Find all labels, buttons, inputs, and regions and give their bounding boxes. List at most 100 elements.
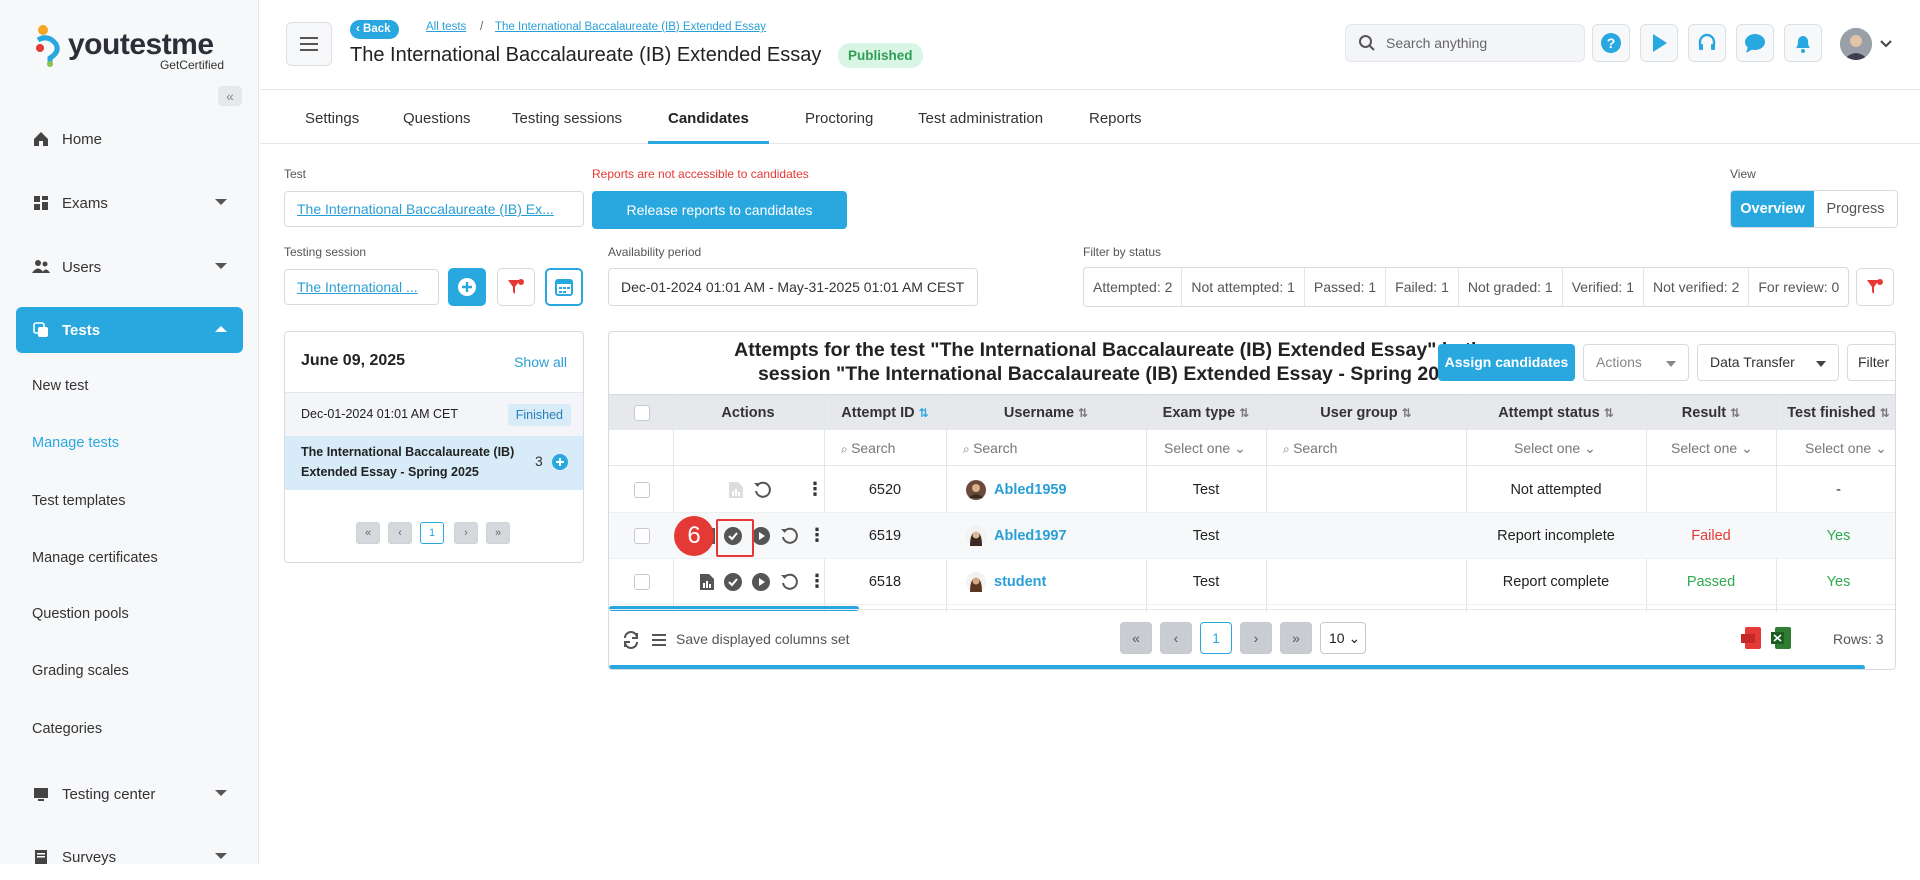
view-overview-button[interactable]: Overview xyxy=(1731,191,1814,227)
menu-toggle-button[interactable] xyxy=(286,22,332,66)
sidebar-subitem-question-pools[interactable]: Question pools xyxy=(32,606,129,622)
back-button[interactable]: ‹ Back xyxy=(350,20,399,39)
global-search-input[interactable]: Search anything xyxy=(1345,24,1585,62)
reset-icon[interactable] xyxy=(753,480,773,500)
tab-test-administration[interactable]: Test administration xyxy=(898,91,1063,144)
column-attempt-id[interactable]: Attempt ID ⇅ xyxy=(824,395,946,431)
select-all-checkbox[interactable] xyxy=(634,405,650,421)
support-button[interactable] xyxy=(1688,24,1726,62)
status-chip-verified[interactable]: Verified: 1 xyxy=(1563,268,1644,306)
prev-page-button[interactable]: ‹ xyxy=(1160,622,1192,654)
session-time-row[interactable]: Dec-01-2024 01:01 AM CET Finished xyxy=(285,392,583,436)
user-group-search[interactable]: ⌕ Search xyxy=(1283,430,1337,466)
assign-candidates-button[interactable]: Assign candidates xyxy=(1438,344,1575,381)
username-link[interactable]: student xyxy=(994,574,1046,590)
pdf-export-icon[interactable] xyxy=(1741,626,1765,650)
row-checkbox[interactable] xyxy=(634,482,650,498)
excel-export-icon[interactable] xyxy=(1771,626,1795,650)
attempt-status-select[interactable]: Select one ⌄ xyxy=(1514,430,1596,466)
row-checkbox[interactable] xyxy=(634,528,650,544)
row-checkbox[interactable] xyxy=(634,574,650,590)
play-button[interactable] xyxy=(1640,24,1678,62)
next-page-button[interactable]: › xyxy=(1240,622,1272,654)
collapse-sidebar-button[interactable]: « xyxy=(218,86,242,106)
sidebar-subitem-manage-tests[interactable]: Manage tests xyxy=(32,435,119,451)
breadcrumb-all-tests[interactable]: All tests xyxy=(426,21,466,33)
save-columns-button[interactable]: Save displayed columns set xyxy=(676,631,850,647)
status-chip-passed[interactable]: Passed: 1 xyxy=(1305,268,1387,306)
play-circle-icon[interactable] xyxy=(752,573,770,591)
last-page-button[interactable]: » xyxy=(486,522,510,544)
filter-button[interactable]: Filter xyxy=(1847,344,1895,381)
status-chip-not-verified[interactable]: Not verified: 2 xyxy=(1644,268,1750,306)
breadcrumb-current-test[interactable]: The International Baccalaureate (IB) Ext… xyxy=(495,21,766,33)
sidebar-subitem-manage-certificates[interactable]: Manage certificates xyxy=(32,550,158,566)
exam-type-select[interactable]: Select one ⌄ xyxy=(1164,430,1246,466)
first-page-button[interactable]: « xyxy=(1120,622,1152,654)
view-progress-button[interactable]: Progress xyxy=(1814,191,1897,227)
user-avatar[interactable] xyxy=(1840,28,1872,60)
column-result[interactable]: Result ⇅ xyxy=(1646,395,1776,431)
test-finished-select[interactable]: Select one ⌄ xyxy=(1805,430,1887,466)
release-reports-button[interactable]: Release reports to candidates xyxy=(592,191,847,229)
add-circle-icon[interactable] xyxy=(552,454,568,470)
sidebar-item-testing-center[interactable]: Testing center xyxy=(16,771,243,817)
tab-questions[interactable]: Questions xyxy=(383,91,491,144)
calendar-button[interactable] xyxy=(545,268,583,306)
data-transfer-dropdown[interactable]: Data Transfer xyxy=(1697,344,1839,381)
bottom-scrollbar[interactable] xyxy=(609,665,1865,669)
prev-page-button[interactable]: ‹ xyxy=(388,522,412,544)
availability-period-field[interactable]: Dec-01-2024 01:01 AM - May-31-2025 01:01… xyxy=(608,268,978,306)
sidebar-subitem-test-templates[interactable]: Test templates xyxy=(32,493,126,509)
result-select[interactable]: Select one ⌄ xyxy=(1671,430,1753,466)
status-chip-not-attempted[interactable]: Not attempted: 1 xyxy=(1182,268,1305,306)
column-attempt-status[interactable]: Attempt status ⇅ xyxy=(1466,395,1646,431)
chevron-down-icon[interactable] xyxy=(1880,40,1892,48)
last-page-button[interactable]: » xyxy=(1280,622,1312,654)
table-row[interactable]: ⋮ 6518 student Test Report complete Pass… xyxy=(609,559,1895,605)
column-exam-type[interactable]: Exam type ⇅ xyxy=(1146,395,1266,431)
tab-candidates[interactable]: Candidates xyxy=(648,91,769,144)
play-circle-icon[interactable] xyxy=(752,527,770,545)
tab-testing-sessions[interactable]: Testing sessions xyxy=(492,91,642,144)
table-row[interactable]: ⋮ 6520 Abled1959 Test Not attempted - xyxy=(609,467,1895,513)
sidebar-subitem-categories[interactable]: Categories xyxy=(32,721,102,737)
sidebar-item-tests[interactable]: Tests xyxy=(16,307,243,353)
username-link[interactable]: Abled1959 xyxy=(994,482,1067,498)
notifications-button[interactable] xyxy=(1784,24,1822,62)
tab-proctoring[interactable]: Proctoring xyxy=(785,91,893,144)
add-session-button[interactable] xyxy=(448,268,486,306)
column-username[interactable]: Username ⇅ xyxy=(946,395,1146,431)
status-chip-for-review[interactable]: For review: 0 xyxy=(1749,268,1848,306)
reset-icon[interactable] xyxy=(780,526,800,546)
chat-button[interactable] xyxy=(1736,24,1774,62)
report-icon[interactable] xyxy=(728,481,744,499)
column-user-group[interactable]: User group ⇅ xyxy=(1266,395,1466,431)
status-chip-failed[interactable]: Failed: 1 xyxy=(1386,268,1459,306)
tab-settings[interactable]: Settings xyxy=(285,91,379,144)
current-page-button[interactable]: 1 xyxy=(420,522,444,544)
filter-reset-button[interactable] xyxy=(497,268,535,306)
session-selector[interactable]: The International ... xyxy=(284,269,439,305)
first-page-button[interactable]: « xyxy=(356,522,380,544)
list-icon[interactable] xyxy=(651,632,667,648)
help-button[interactable]: ? xyxy=(1592,24,1630,62)
sidebar-item-users[interactable]: Users xyxy=(16,244,243,290)
next-page-button[interactable]: › xyxy=(454,522,478,544)
sidebar-item-surveys[interactable]: Surveys xyxy=(16,834,243,880)
refresh-icon[interactable] xyxy=(621,630,641,650)
status-chip-not-graded[interactable]: Not graded: 1 xyxy=(1459,268,1563,306)
report-icon[interactable] xyxy=(699,573,715,591)
status-chip-attempted[interactable]: Attempted: 2 xyxy=(1084,268,1183,306)
sidebar-item-exams[interactable]: Exams xyxy=(16,180,243,226)
reset-icon[interactable] xyxy=(780,572,800,592)
page-size-select[interactable]: 10 ⌄ xyxy=(1320,622,1366,654)
tab-reports[interactable]: Reports xyxy=(1069,91,1162,144)
clear-status-filter-button[interactable] xyxy=(1856,268,1894,306)
attempt-id-search[interactable]: ⌕ Search xyxy=(841,430,895,466)
logo[interactable]: youtestme GetCertified xyxy=(34,22,234,74)
actions-dropdown[interactable]: Actions xyxy=(1583,344,1689,381)
verify-icon[interactable] xyxy=(724,573,742,591)
sidebar-subitem-new-test[interactable]: New test xyxy=(32,378,88,394)
username-search[interactable]: ⌕ Search xyxy=(963,430,1017,466)
